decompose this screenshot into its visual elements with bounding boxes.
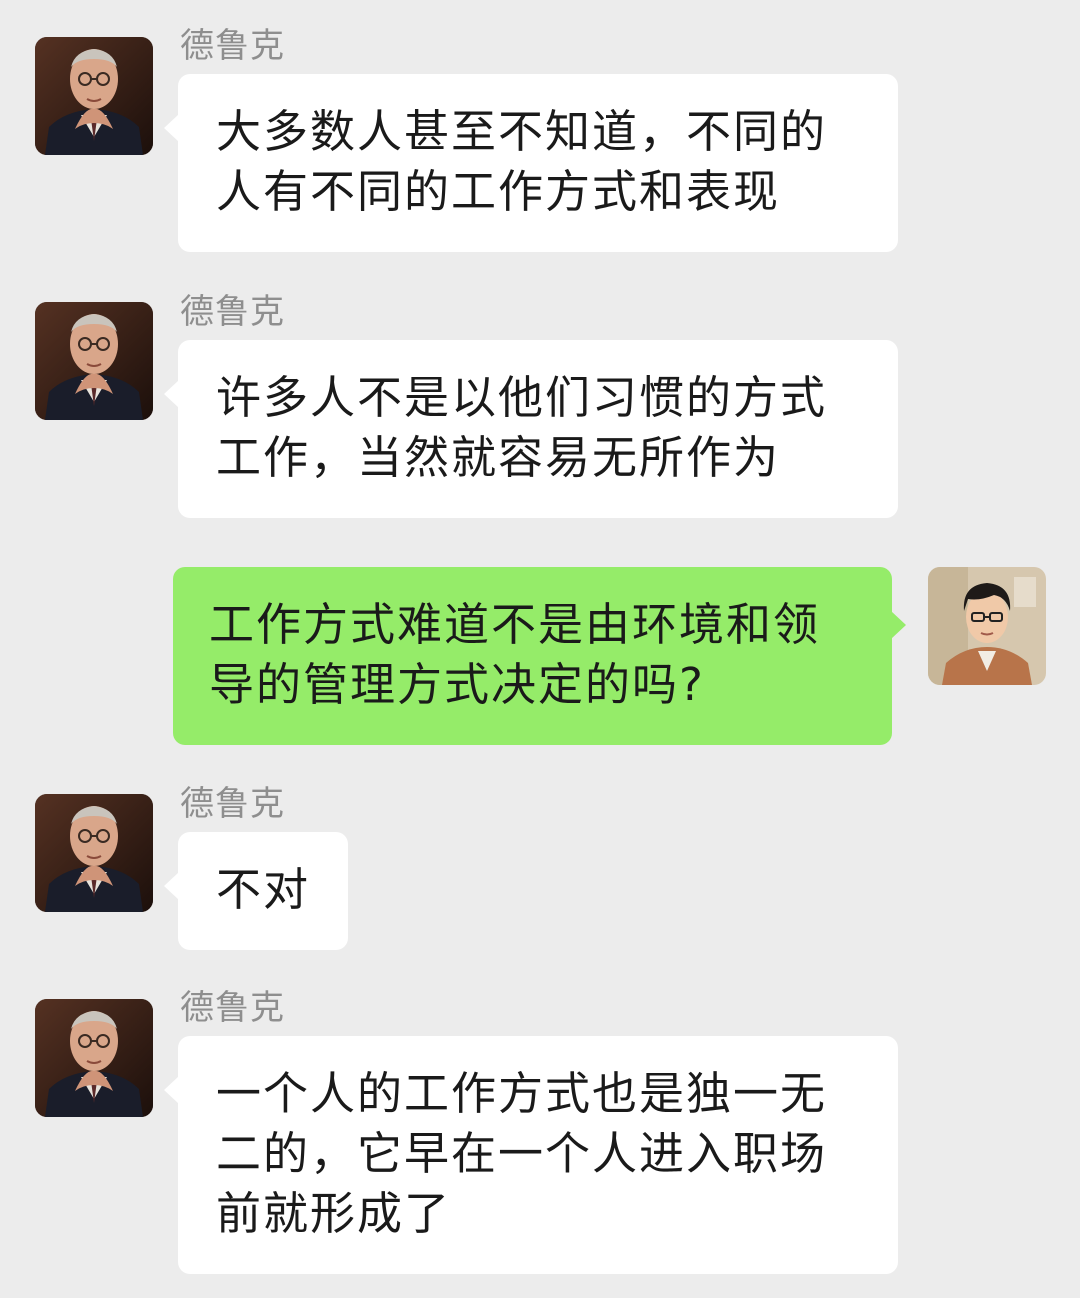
elderly-man-avatar-icon[interactable] [35,999,153,1117]
message-text-line: 许多人不是以他们习惯的方式 [216,371,828,424]
message-text-line: 前就形成了 [216,1187,452,1240]
message-text-line: 不对 [216,863,311,916]
sender-name: 德鲁克 [180,784,285,824]
elderly-man-avatar-icon[interactable] [35,794,153,912]
message-text-line: 工作方式难道不是由环境和领 [209,598,821,651]
message-text-line: 一个人的工作方式也是独一无 [216,1067,828,1120]
message-bubble-incoming[interactable]: 大多数人甚至不知道，不同的 人有不同的工作方式和表现 [164,74,898,252]
message-bubble-incoming[interactable]: 不对 [164,832,348,950]
message-bubble-incoming[interactable]: 许多人不是以他们习惯的方式 工作，当然就容易无所作为 [164,340,898,518]
elderly-man-avatar-icon[interactable] [35,37,153,155]
message-bubble-incoming[interactable]: 一个人的工作方式也是独一无 二的，它早在一个人进入职场 前就形成了 [164,1036,898,1274]
message-text-line: 导的管理方式决定的吗? [209,658,705,711]
sender-name: 德鲁克 [180,292,285,332]
chat-window: 德鲁克 大多数人甚至不知道，不同的 人有不同的工作方式和表现 德鲁克 许多人不是… [0,0,1080,1298]
elderly-man-avatar-icon[interactable] [35,302,153,420]
message-text-line: 二的，它早在一个人进入职场 [216,1127,828,1180]
young-man-avatar-icon[interactable] [928,567,1046,685]
message-text-line: 人有不同的工作方式和表现 [216,165,781,218]
sender-name: 德鲁克 [180,988,285,1028]
message-text-line: 工作，当然就容易无所作为 [216,431,781,484]
message-text-line: 大多数人甚至不知道，不同的 [216,105,828,158]
message-bubble-outgoing[interactable]: 工作方式难道不是由环境和领 导的管理方式决定的吗? [173,567,906,745]
sender-name: 德鲁克 [180,26,285,66]
